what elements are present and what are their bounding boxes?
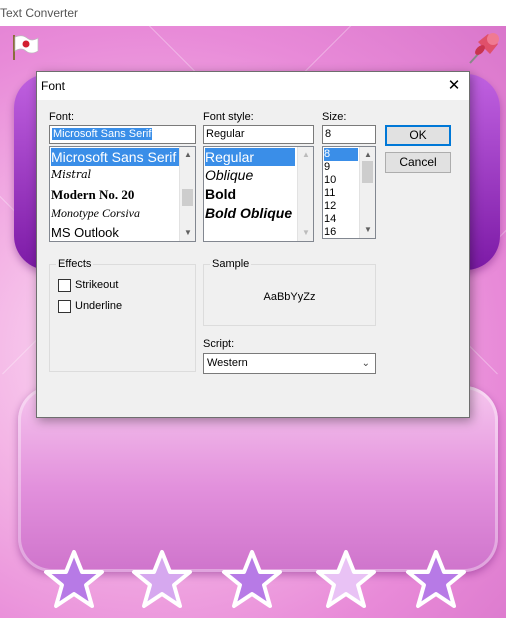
font-dialog: Font ✕ Font: Microsoft Sans Serif Micros… bbox=[36, 71, 470, 418]
font-style-input[interactable]: Regular bbox=[203, 125, 314, 144]
dialog-titlebar: Font ✕ bbox=[37, 72, 469, 100]
dialog-title: Font bbox=[41, 79, 66, 93]
app-titlebar: Text Converter bbox=[0, 0, 506, 27]
font-style-label: Font style: bbox=[203, 111, 254, 123]
underline-checkbox[interactable] bbox=[58, 300, 71, 313]
scroll-down-icon[interactable]: ▼ bbox=[298, 225, 313, 241]
sample-group: Sample AaBbYyZz bbox=[203, 258, 376, 326]
flag-icon bbox=[13, 35, 39, 60]
effects-group: Effects bbox=[49, 258, 196, 372]
app-title: Text Converter bbox=[0, 6, 79, 20]
font-list-item[interactable]: Monotype Corsiva bbox=[51, 204, 140, 223]
font-style-list[interactable]: Regular Oblique Bold Bold Oblique ▲ ▼ bbox=[203, 146, 314, 242]
font-list-item[interactable]: MS Outlook bbox=[51, 223, 119, 241]
size-list-item[interactable]: 14 bbox=[324, 213, 336, 226]
size-list-item[interactable]: 9 bbox=[324, 161, 330, 174]
close-icon[interactable]: ✕ bbox=[445, 77, 463, 95]
star-icon bbox=[406, 550, 466, 608]
sample-text: AaBbYyZz bbox=[263, 291, 316, 303]
size-list-scrollbar[interactable]: ▲ ▼ bbox=[359, 147, 375, 238]
font-name-input[interactable]: Microsoft Sans Serif bbox=[49, 125, 196, 144]
font-style-list-scrollbar[interactable]: ▲ ▼ bbox=[297, 147, 313, 241]
star-icon bbox=[222, 550, 282, 608]
strikeout-checkbox[interactable] bbox=[58, 279, 71, 292]
font-name-value: Microsoft Sans Serif bbox=[52, 128, 153, 140]
font-list-scrollbar[interactable]: ▲ ▼ bbox=[179, 147, 195, 241]
size-list-item[interactable]: 8 bbox=[324, 148, 358, 161]
size-list-item[interactable]: 16 bbox=[324, 226, 336, 238]
effects-group-title: Effects bbox=[56, 258, 94, 270]
size-label: Size: bbox=[322, 111, 347, 123]
script-dropdown[interactable]: Western ⌄ bbox=[203, 353, 376, 374]
font-style-list-item[interactable]: Bold Oblique bbox=[205, 204, 298, 223]
font-list-item[interactable]: Modern No. 20 bbox=[51, 185, 134, 204]
font-list-item[interactable]: Microsoft Sans Serif bbox=[51, 148, 179, 166]
size-list-item[interactable]: 10 bbox=[324, 174, 336, 187]
cancel-button[interactable]: Cancel bbox=[385, 152, 451, 173]
strikeout-label[interactable]: Strikeout bbox=[75, 279, 118, 291]
ok-button[interactable]: OK bbox=[385, 125, 451, 146]
scroll-down-icon[interactable]: ▼ bbox=[360, 222, 375, 238]
app-window: Text Converter Font ✕ Font: Microsoft Sa… bbox=[0, 0, 506, 618]
font-style-list-item[interactable]: Bold bbox=[205, 185, 236, 204]
size-list[interactable]: 8 9 10 11 12 14 16 ▲ ▼ bbox=[322, 146, 376, 239]
font-style-list-item[interactable]: Regular bbox=[205, 148, 295, 166]
scroll-up-icon[interactable]: ▲ bbox=[298, 147, 313, 163]
chevron-down-icon[interactable]: ⌄ bbox=[362, 354, 370, 373]
underline-label[interactable]: Underline bbox=[75, 300, 122, 312]
star-icon bbox=[132, 550, 192, 608]
font-label: Font: bbox=[49, 111, 75, 123]
sample-group-title: Sample bbox=[210, 258, 252, 270]
size-list-item[interactable]: 12 bbox=[324, 200, 336, 213]
scroll-down-icon[interactable]: ▼ bbox=[180, 225, 195, 241]
scroll-up-icon[interactable]: ▲ bbox=[180, 147, 195, 163]
script-value: Western bbox=[207, 357, 248, 369]
size-list-item[interactable]: 11 bbox=[324, 187, 335, 200]
font-list-item[interactable]: Mistral bbox=[51, 166, 91, 184]
pushpin-icon bbox=[469, 33, 499, 64]
star-icon bbox=[316, 550, 376, 608]
font-style-list-item[interactable]: Oblique bbox=[205, 166, 253, 185]
script-label: Script: bbox=[203, 338, 235, 350]
star-icon bbox=[44, 550, 104, 608]
size-input[interactable]: 8 bbox=[322, 125, 376, 144]
font-list[interactable]: Microsoft Sans Serif Mistral Modern No. … bbox=[49, 146, 196, 242]
scrollbar-thumb[interactable] bbox=[182, 189, 193, 206]
scrollbar-thumb[interactable] bbox=[362, 161, 373, 183]
